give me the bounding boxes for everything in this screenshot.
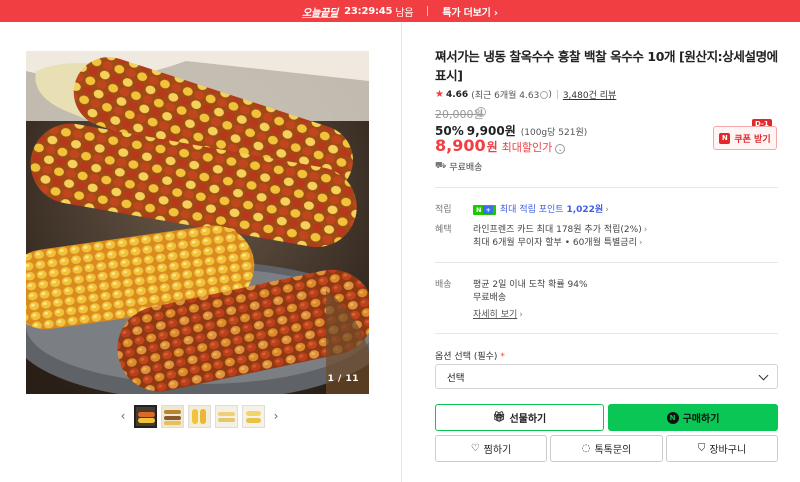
banner-divider xyxy=(427,6,429,16)
product-title: 쪄서가는 냉동 찰옥수수 흥찰 백찰 옥수수 10개 [원산지:상세설명에 표시… xyxy=(435,49,778,83)
npay-plus-badge: N + xyxy=(473,204,496,215)
free-shipping-label: 무료배송 xyxy=(449,163,483,173)
cart-label: 장바구니 xyxy=(709,445,747,456)
thumb-next-button[interactable]: › xyxy=(269,405,283,427)
benefit-line-2-text: 최대 6개월 무이자 할부 • 60개월 특별금리 xyxy=(473,238,637,248)
thumbnail-image xyxy=(162,405,183,427)
chevron-right-icon: › xyxy=(493,7,498,19)
thumbnail-1[interactable] xyxy=(134,404,157,428)
thumbnail-4[interactable] xyxy=(215,404,238,428)
gift-button[interactable]: 🎁︎ 선물하기 xyxy=(435,404,604,431)
gift-icon: 🎁︎ xyxy=(492,412,506,423)
thumbnail-strip: ‹ › xyxy=(116,403,283,429)
deal-brand: 오늘끝딜 xyxy=(302,7,339,19)
chevron-right-icon: › xyxy=(643,225,648,235)
review-count-link[interactable]: 3,480건 리뷰 xyxy=(563,88,616,101)
benefit-line-1[interactable]: 라인프렌즈 카드 최대 178원 추가 적립(2%) › xyxy=(473,222,647,235)
price-info-icon[interactable]: i xyxy=(476,107,486,117)
points-text: 최대 적립 포인트 xyxy=(499,205,564,215)
thumbnail-image xyxy=(243,405,264,427)
rating-recent: (최근 6개월 4.63 xyxy=(471,91,540,101)
image-counter: 1 / 11 xyxy=(327,374,359,384)
rating-row: ★ 4.66 (최근 6개월 4.63 ) 3,480건 리뷰 xyxy=(435,88,617,101)
gift-label: 선물하기 xyxy=(509,414,547,425)
best-price-currency: 원 xyxy=(486,140,498,154)
countdown-timer: 23:29:45 xyxy=(344,5,393,17)
delivery-detail-link[interactable]: 자세히 보기 › xyxy=(473,307,523,320)
best-price-label: 최대할인가 xyxy=(501,141,553,154)
thumbnail-3[interactable] xyxy=(188,404,211,428)
product-main-image[interactable]: 1 / 11 xyxy=(26,51,369,394)
points-label: 적립 xyxy=(435,205,452,215)
remaining-label: 남음 xyxy=(395,7,414,19)
more-deals-label[interactable]: 특가 더보기 xyxy=(442,8,490,19)
chevron-right-icon: › xyxy=(638,238,643,248)
option-select-value: 선택 xyxy=(447,372,465,384)
thumbnail-2[interactable] xyxy=(161,404,184,428)
naver-pay-icon: N xyxy=(666,411,679,424)
best-price-row[interactable]: 8,900 원 최대할인가 ⌄ xyxy=(435,136,566,155)
star-icon: ★ xyxy=(435,89,444,100)
benefit-line-1-text: 라인프렌즈 카드 최대 178원 추가 적립(2%) xyxy=(473,225,642,235)
divider xyxy=(435,262,778,263)
thumbnail-image xyxy=(216,405,237,427)
option-label: 옵션 선택 (필수) * xyxy=(435,349,505,362)
benefits-label: 혜택 xyxy=(435,225,452,235)
thumbnail-5[interactable] xyxy=(242,404,265,428)
benefit-line-2[interactable]: 최대 6개월 무이자 할부 • 60개월 특별금리 › xyxy=(473,235,642,248)
delivery-detail-label[interactable]: 자세히 보기 xyxy=(473,310,517,320)
corn-photo xyxy=(26,51,369,394)
chevron-down-icon xyxy=(758,370,769,381)
coupon-button[interactable]: N 쿠폰 받기 xyxy=(713,126,777,150)
more-deals-link[interactable]: 특가 더보기 › xyxy=(442,4,498,19)
points-value: 1,022원 xyxy=(566,205,604,215)
divider xyxy=(435,333,778,334)
thumbnail-image xyxy=(189,405,210,427)
chat-icon: ◌ xyxy=(581,443,591,454)
buy-label: 구매하기 xyxy=(682,414,720,425)
thumb-prev-button[interactable]: ‹ xyxy=(116,405,130,427)
divider xyxy=(435,187,778,188)
free-shipping-row: ⛟ 무료배송 xyxy=(435,160,482,173)
chevron-right-icon: › xyxy=(519,310,523,320)
delivery-estimate: 평균 2일 이내 도착 확률 94% xyxy=(473,280,588,290)
best-price: 8,900 xyxy=(435,136,486,155)
rating-divider xyxy=(556,90,558,99)
cart-button[interactable]: ⛉ 장바구니 xyxy=(666,435,778,462)
buy-button[interactable]: N 구매하기 xyxy=(608,404,778,431)
thumbnail-image xyxy=(136,406,155,426)
wishlist-button[interactable]: ♡ 찜하기 xyxy=(435,435,547,462)
talktalk-button[interactable]: ◌ 톡톡문의 xyxy=(550,435,663,462)
chevron-down-icon[interactable]: ⌄ xyxy=(555,144,566,154)
rating-info-icon[interactable] xyxy=(540,90,549,99)
talktalk-label: 톡톡문의 xyxy=(594,445,632,456)
rating-score: 4.66 xyxy=(445,89,469,100)
delivery-label: 배송 xyxy=(435,280,452,290)
naver-logo-icon: N xyxy=(719,132,731,144)
coupon-label[interactable]: 쿠폰 받기 xyxy=(734,132,770,145)
chevron-right-icon: › xyxy=(605,205,609,215)
truck-icon: ⛟ xyxy=(435,161,447,171)
points-row[interactable]: N + 최대 적립 포인트 1,022원 › xyxy=(473,202,609,215)
deal-banner: 오늘끝딜 23:29:45 남음 특가 더보기 › xyxy=(0,0,800,22)
cart-icon: ⛉ xyxy=(697,443,706,454)
product-gallery: 1 / 11 ‹ › xyxy=(0,22,402,482)
option-select[interactable]: 선택 xyxy=(435,364,778,389)
delivery-fee: 무료배송 xyxy=(473,293,507,303)
option-label-text: 옵션 선택 (필수) xyxy=(435,352,498,362)
wishlist-label: 찜하기 xyxy=(483,445,512,456)
heart-icon: ♡ xyxy=(470,443,480,454)
required-mark: * xyxy=(500,352,505,362)
